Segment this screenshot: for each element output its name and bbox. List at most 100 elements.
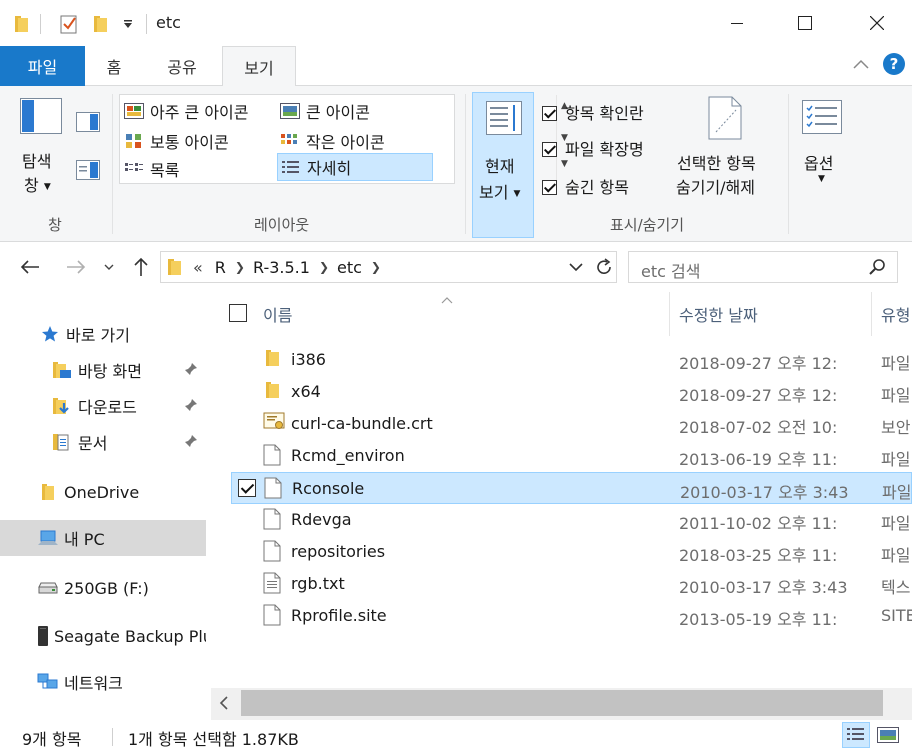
address-bar[interactable]: « R ❯ R-3.5.1 ❯ etc ❯ — [160, 251, 617, 283]
drive-icon — [36, 581, 60, 595]
table-row[interactable]: x64 2018-09-27 오후 12: 파일 — [231, 376, 912, 408]
tab-share[interactable]: 공유 — [152, 46, 212, 86]
forward-button[interactable] — [62, 254, 90, 280]
item-checkboxes-checkbox[interactable] — [542, 106, 557, 121]
pin-icon[interactable] — [184, 361, 198, 380]
item-checkboxes-toggle[interactable]: 항목 확인란 — [542, 100, 644, 124]
folder-icon — [167, 258, 183, 276]
properties-icon[interactable] — [58, 12, 80, 36]
tab-home[interactable]: 홈 — [90, 46, 138, 86]
star-icon — [38, 325, 62, 343]
layout-extra-large-icons[interactable]: 아주 큰 아이콘 — [124, 97, 249, 125]
table-row[interactable]: Rcmd_environ 2013-06-19 오후 11: 파일 — [231, 440, 912, 472]
minimize-button[interactable] — [714, 0, 760, 46]
search-box[interactable]: etc 검색 — [628, 251, 898, 283]
maximize-button[interactable] — [782, 0, 828, 46]
documents-folder-icon — [50, 433, 74, 451]
breadcrumb-overflow[interactable]: « — [193, 258, 203, 277]
file-extensions-checkbox[interactable] — [542, 142, 557, 157]
back-button[interactable] — [16, 254, 44, 280]
column-header: 이름 수정한 날짜 유형 — [211, 292, 912, 336]
details-pane-icon[interactable] — [76, 160, 100, 184]
chevron-right-icon[interactable]: ❯ — [235, 260, 245, 274]
certificate-icon — [263, 412, 285, 436]
nav-item-network[interactable]: 네트워크 — [0, 664, 206, 700]
hide-selected-button[interactable]: 선택한 항목 숨기기/해제 — [674, 94, 778, 204]
large-icons-view-button[interactable] — [874, 722, 902, 748]
nav-item-desktop[interactable]: 바탕 화면 — [0, 352, 206, 388]
address-history-chevron-down-icon[interactable] — [569, 262, 583, 272]
tab-view[interactable]: 보기 — [222, 46, 296, 87]
desktop-folder-icon — [50, 361, 74, 379]
nav-item-quick-access[interactable]: 바로 가기 — [0, 316, 206, 352]
search-input[interactable]: etc 검색 — [641, 258, 700, 282]
table-row[interactable]: Rconsole 2010-03-17 오후 3:43 파일 — [231, 472, 912, 504]
scroll-thumb[interactable] — [241, 690, 883, 716]
nav-item-downloads[interactable]: 다운로드 — [0, 388, 206, 424]
column-modified[interactable]: 수정한 날짜 — [679, 302, 758, 326]
breadcrumb-etc[interactable]: etc — [337, 258, 362, 277]
folder-icon[interactable] — [12, 12, 32, 36]
breadcrumb-r[interactable]: R — [215, 258, 226, 277]
up-button[interactable] — [128, 254, 154, 280]
ribbon-collapse-icon[interactable] — [852, 56, 870, 74]
pin-icon[interactable] — [184, 397, 198, 416]
address-row: « R ❯ R-3.5.1 ❯ etc ❯ etc 검색 — [0, 242, 912, 292]
table-row[interactable]: curl-ca-bundle.crt 2018-07-02 오전 10: 보안 — [231, 408, 912, 440]
nav-item-onedrive[interactable]: OneDrive — [0, 474, 206, 510]
layout-list[interactable]: 목록 — [124, 155, 179, 183]
row-checkbox[interactable] — [238, 479, 256, 497]
details-view-icon — [847, 728, 864, 740]
options-button[interactable]: 옵션 ▼ — [796, 94, 852, 204]
file-extensions-toggle[interactable]: 파일 확장명 — [542, 136, 644, 160]
chevron-right-icon[interactable]: ❯ — [319, 260, 329, 274]
nav-item-drive-f[interactable]: 250GB (F:) — [0, 570, 206, 606]
layout-medium-icons[interactable]: 보통 아이콘 — [124, 127, 229, 155]
medium-icons-icon — [124, 133, 144, 149]
nav-item-documents[interactable]: 문서 — [0, 424, 206, 460]
file-name: Rprofile.site — [291, 606, 387, 625]
refresh-icon[interactable] — [595, 258, 613, 276]
hide-selected-icon — [708, 96, 742, 140]
table-row[interactable]: Rprofile.site 2013-05-19 오후 11: SITE — [231, 600, 912, 632]
table-row[interactable]: repositories 2018-03-25 오후 11: 파일 — [231, 536, 912, 568]
nav-item-this-pc[interactable]: 내 PC — [0, 520, 206, 556]
column-type[interactable]: 유형 — [881, 302, 910, 326]
file-modified: 2018-03-25 오후 11: — [679, 546, 838, 565]
breadcrumb-r-3-5-1[interactable]: R-3.5.1 — [253, 258, 310, 277]
file-icon — [264, 477, 282, 503]
large-icons-icon — [280, 103, 300, 119]
recent-locations-button[interactable] — [100, 254, 118, 280]
layout-details[interactable]: 자세히 — [277, 153, 433, 181]
scroll-left-icon[interactable] — [219, 696, 229, 714]
current-view-button[interactable]: 현재 보기 ▼ — [472, 92, 534, 238]
column-name[interactable]: 이름 — [263, 302, 292, 326]
nav-item-seagate-drive[interactable]: Seagate Backup Plus Drive — [0, 618, 206, 654]
preview-pane-icon[interactable] — [76, 112, 100, 136]
navigation-pane-button[interactable]: 탐색 창 ▼ — [14, 94, 104, 204]
tab-file[interactable]: 파일 — [0, 46, 85, 86]
horizontal-scrollbar[interactable] — [211, 688, 912, 720]
layout-large-icons[interactable]: 큰 아이콘 — [280, 97, 370, 125]
search-icon[interactable] — [869, 258, 887, 276]
list-view-icon — [124, 161, 144, 177]
new-folder-icon[interactable] — [90, 12, 112, 36]
table-row[interactable]: rgb.txt 2010-03-17 오후 3:43 텍스 — [231, 568, 912, 600]
details-view-icon — [281, 159, 301, 175]
details-view-button[interactable] — [842, 722, 870, 748]
hidden-items-checkbox[interactable] — [542, 180, 557, 195]
chevron-right-icon[interactable]: ❯ — [371, 260, 381, 274]
layout-small-icons[interactable]: 작은 아이콘 — [280, 127, 385, 155]
folder-icon — [263, 380, 281, 404]
hidden-items-toggle[interactable]: 숨긴 항목 — [542, 174, 629, 198]
layout-gallery: 아주 큰 아이콘 큰 아이콘 보통 아이콘 작은 아이콘 목록 자세히 ▲ ▼ … — [119, 94, 568, 184]
network-icon — [36, 672, 60, 692]
table-row[interactable]: Rdevga 2011-10-02 오후 11: 파일 — [231, 504, 912, 536]
close-button[interactable] — [854, 0, 900, 46]
pin-icon[interactable] — [184, 433, 198, 452]
help-icon[interactable]: ? — [883, 53, 905, 75]
file-type: 파일 — [881, 546, 911, 565]
table-row[interactable]: i386 2018-09-27 오후 12: 파일 — [231, 344, 912, 376]
select-all-checkbox[interactable] — [229, 304, 247, 322]
customize-quick-access-icon[interactable] — [118, 12, 138, 36]
